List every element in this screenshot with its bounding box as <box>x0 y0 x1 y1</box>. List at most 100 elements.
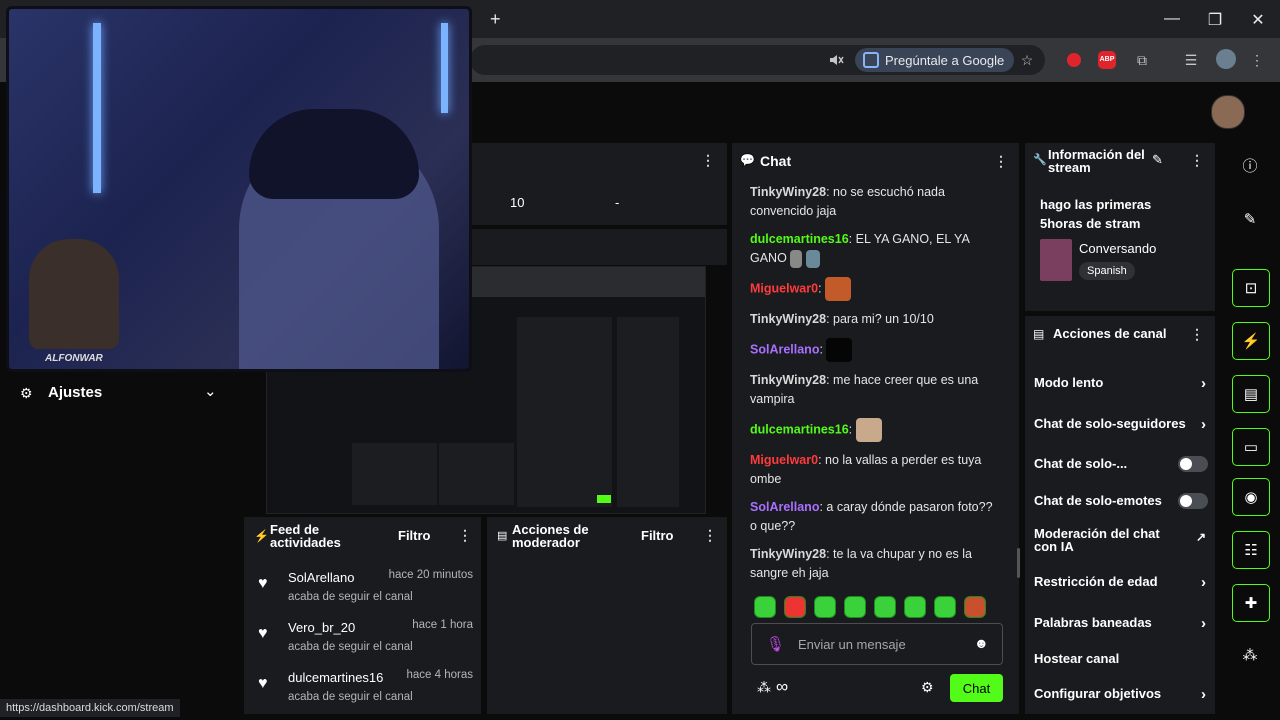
points-icon[interactable]: ⁂ <box>757 679 771 696</box>
slow-mode-action[interactable]: Modo lento › <box>1034 375 1206 393</box>
wrench-icon[interactable]: ✚ <box>1232 584 1270 622</box>
settings-header[interactable]: ⚙ Ajustes ⌄ <box>0 372 240 412</box>
heart-icon: ♥ <box>258 675 268 692</box>
extension-icon[interactable] <box>1063 49 1085 71</box>
subscribers-only-toggle[interactable] <box>1178 456 1208 472</box>
chat-bubble-icon[interactable]: ▭ <box>1232 428 1270 466</box>
emote-icon[interactable] <box>814 596 836 618</box>
channel-actions-menu-icon[interactable]: ⋮ <box>1190 326 1204 343</box>
user-avatar[interactable] <box>1211 95 1245 129</box>
emote-icon[interactable] <box>964 596 986 618</box>
list-item: ♥ Vero_br_20 hace 1 hora acaba de seguir… <box>258 619 473 653</box>
led-light-left <box>93 23 101 193</box>
mod-filter-button[interactable]: Filtro <box>641 528 674 543</box>
send-chat-button[interactable]: Chat <box>950 674 1003 702</box>
emote-icon[interactable] <box>904 596 926 618</box>
banned-words-action[interactable]: Palabras baneadas › <box>1034 615 1206 633</box>
chevron-right-icon: › <box>1201 615 1206 632</box>
adblock-icon[interactable]: ABP <box>1096 49 1118 71</box>
chat-settings-gear-icon[interactable]: ⚙ <box>921 679 934 696</box>
chat-username[interactable]: dulcemartines16 <box>750 232 849 246</box>
apps-icon[interactable]: ⁂ <box>1232 640 1268 670</box>
document-icon[interactable]: ▤ <box>1232 375 1270 413</box>
lightning-icon: ⚡ <box>254 529 269 543</box>
age-restriction-action[interactable]: Restricción de edad › <box>1034 574 1206 592</box>
emotes-only-toggle[interactable] <box>1178 493 1208 509</box>
chat-username[interactable]: TinkyWiny28 <box>750 185 826 199</box>
feed-action: acaba de seguir el canal <box>288 591 413 603</box>
feed-time: hace 1 hora <box>412 619 473 631</box>
stream-info-menu-icon[interactable]: ⋮ <box>1190 152 1204 169</box>
maximize-button[interactable]: ❐ <box>1203 10 1227 30</box>
close-window-button[interactable]: ✕ <box>1246 10 1270 30</box>
edit-pencil-icon[interactable]: ✎ <box>1232 204 1268 234</box>
info-icon[interactable]: ⓘ <box>1232 150 1268 180</box>
emote-icon <box>825 277 852 301</box>
action-label: Moderación del chat con IA <box>1034 526 1160 554</box>
language-badge: Spanish <box>1079 262 1135 280</box>
chat-scrollbar[interactable] <box>1017 548 1020 578</box>
chat-input[interactable]: 🎙 Enviar un mensaje ☻ <box>751 623 1003 665</box>
preview-feed-panel <box>352 443 437 505</box>
media-control-icon[interactable]: ☰ <box>1180 49 1202 71</box>
chat-username[interactable]: Miguelwar0 <box>750 281 818 295</box>
preview-browser-bar <box>467 267 705 297</box>
broadcast-icon[interactable]: ◉ <box>1232 478 1270 516</box>
minimize-button[interactable]: — <box>1160 10 1184 28</box>
browser-menu-icon[interactable]: ⋮ <box>1246 49 1268 71</box>
chevron-down-icon[interactable]: ⌄ <box>204 382 217 400</box>
chat-username[interactable]: TinkyWiny28 <box>750 373 826 387</box>
chat-username[interactable]: SolArellano <box>750 500 819 514</box>
webcam-name-tag: ALFONWAR <box>45 353 103 364</box>
microphone-icon[interactable]: 🎙 <box>766 635 785 653</box>
activity-filter-button[interactable]: Filtro <box>398 528 431 543</box>
mod-menu-icon[interactable]: ⋮ <box>703 527 717 544</box>
followers-only-action[interactable]: Chat de solo-seguidores › <box>1034 416 1206 434</box>
chat-username[interactable]: dulcemartines16 <box>750 422 849 436</box>
chat-bubble-icon: 💬 <box>740 153 755 167</box>
feed-time: hace 20 minutos <box>388 569 473 581</box>
emoji-icon[interactable]: ☻ <box>974 635 989 651</box>
chat-username[interactable]: TinkyWiny28 <box>750 547 826 561</box>
action-label: Palabras baneadas <box>1034 615 1152 630</box>
ai-moderation-action[interactable]: Moderación del chat con IA ↗ <box>1034 527 1206 555</box>
category-thumbnail <box>1040 239 1072 281</box>
feed-user-name[interactable]: Vero_br_20 <box>288 620 355 635</box>
mod-tools-icon[interactable]: ☷ <box>1232 531 1270 569</box>
extensions-puzzle-icon[interactable]: ⧉ <box>1131 49 1153 71</box>
edit-pencil-icon[interactable]: ✎ <box>1152 152 1163 168</box>
host-channel-action[interactable]: Hostear canal <box>1034 651 1206 669</box>
feed-user-name[interactable]: dulcemartines16 <box>288 670 383 685</box>
list-item: ♥ dulcemartines16 hace 4 horas acaba de … <box>258 669 473 703</box>
preview-send-button <box>597 495 611 503</box>
emote-icon[interactable] <box>784 596 806 618</box>
chat-username[interactable]: Miguelwar0 <box>750 453 818 467</box>
lightning-icon[interactable]: ⚡ <box>1232 322 1270 360</box>
stream-info-panel: 🔧 Información del stream ✎ ⋮ hago las pr… <box>1025 143 1215 311</box>
profile-avatar[interactable] <box>1216 49 1236 69</box>
emote-icon[interactable] <box>844 596 866 618</box>
screen-capture-icon[interactable]: ⊡ <box>1232 269 1270 307</box>
stream-category: Conversando <box>1079 241 1157 256</box>
infinity-label: ∞ <box>776 677 789 696</box>
ask-google-button[interactable]: Pregúntale a Google <box>855 48 1015 72</box>
stats-menu-icon[interactable]: ⋮ <box>701 152 715 169</box>
chat-messages: TinkyWiny28: no se escuchó nada convenci… <box>750 183 1000 592</box>
activity-menu-icon[interactable]: ⋮ <box>458 527 472 544</box>
new-tab-button[interactable]: + <box>490 9 501 30</box>
chat-message: SolArellano: <box>750 338 1000 362</box>
mute-tab-icon[interactable] <box>825 49 847 71</box>
configure-goals-action[interactable]: Configurar objetivos › <box>1034 686 1206 704</box>
chat-username[interactable]: TinkyWiny28 <box>750 312 826 326</box>
bookmark-star-icon[interactable]: ☆ <box>1016 49 1038 71</box>
chat-username[interactable]: SolArellano <box>750 342 819 356</box>
person-cap <box>249 109 419 199</box>
emote-icon[interactable] <box>754 596 776 618</box>
actions-icon: ▤ <box>1033 327 1045 341</box>
chat-message: TinkyWiny28: te la va chupar y no es la … <box>750 547 973 580</box>
emote-icon[interactable] <box>874 596 896 618</box>
feed-user-name[interactable]: SolArellano <box>288 570 355 585</box>
chat-menu-icon[interactable]: ⋮ <box>994 153 1008 170</box>
emote-icon[interactable] <box>934 596 956 618</box>
preview-mod-panel <box>439 443 514 505</box>
